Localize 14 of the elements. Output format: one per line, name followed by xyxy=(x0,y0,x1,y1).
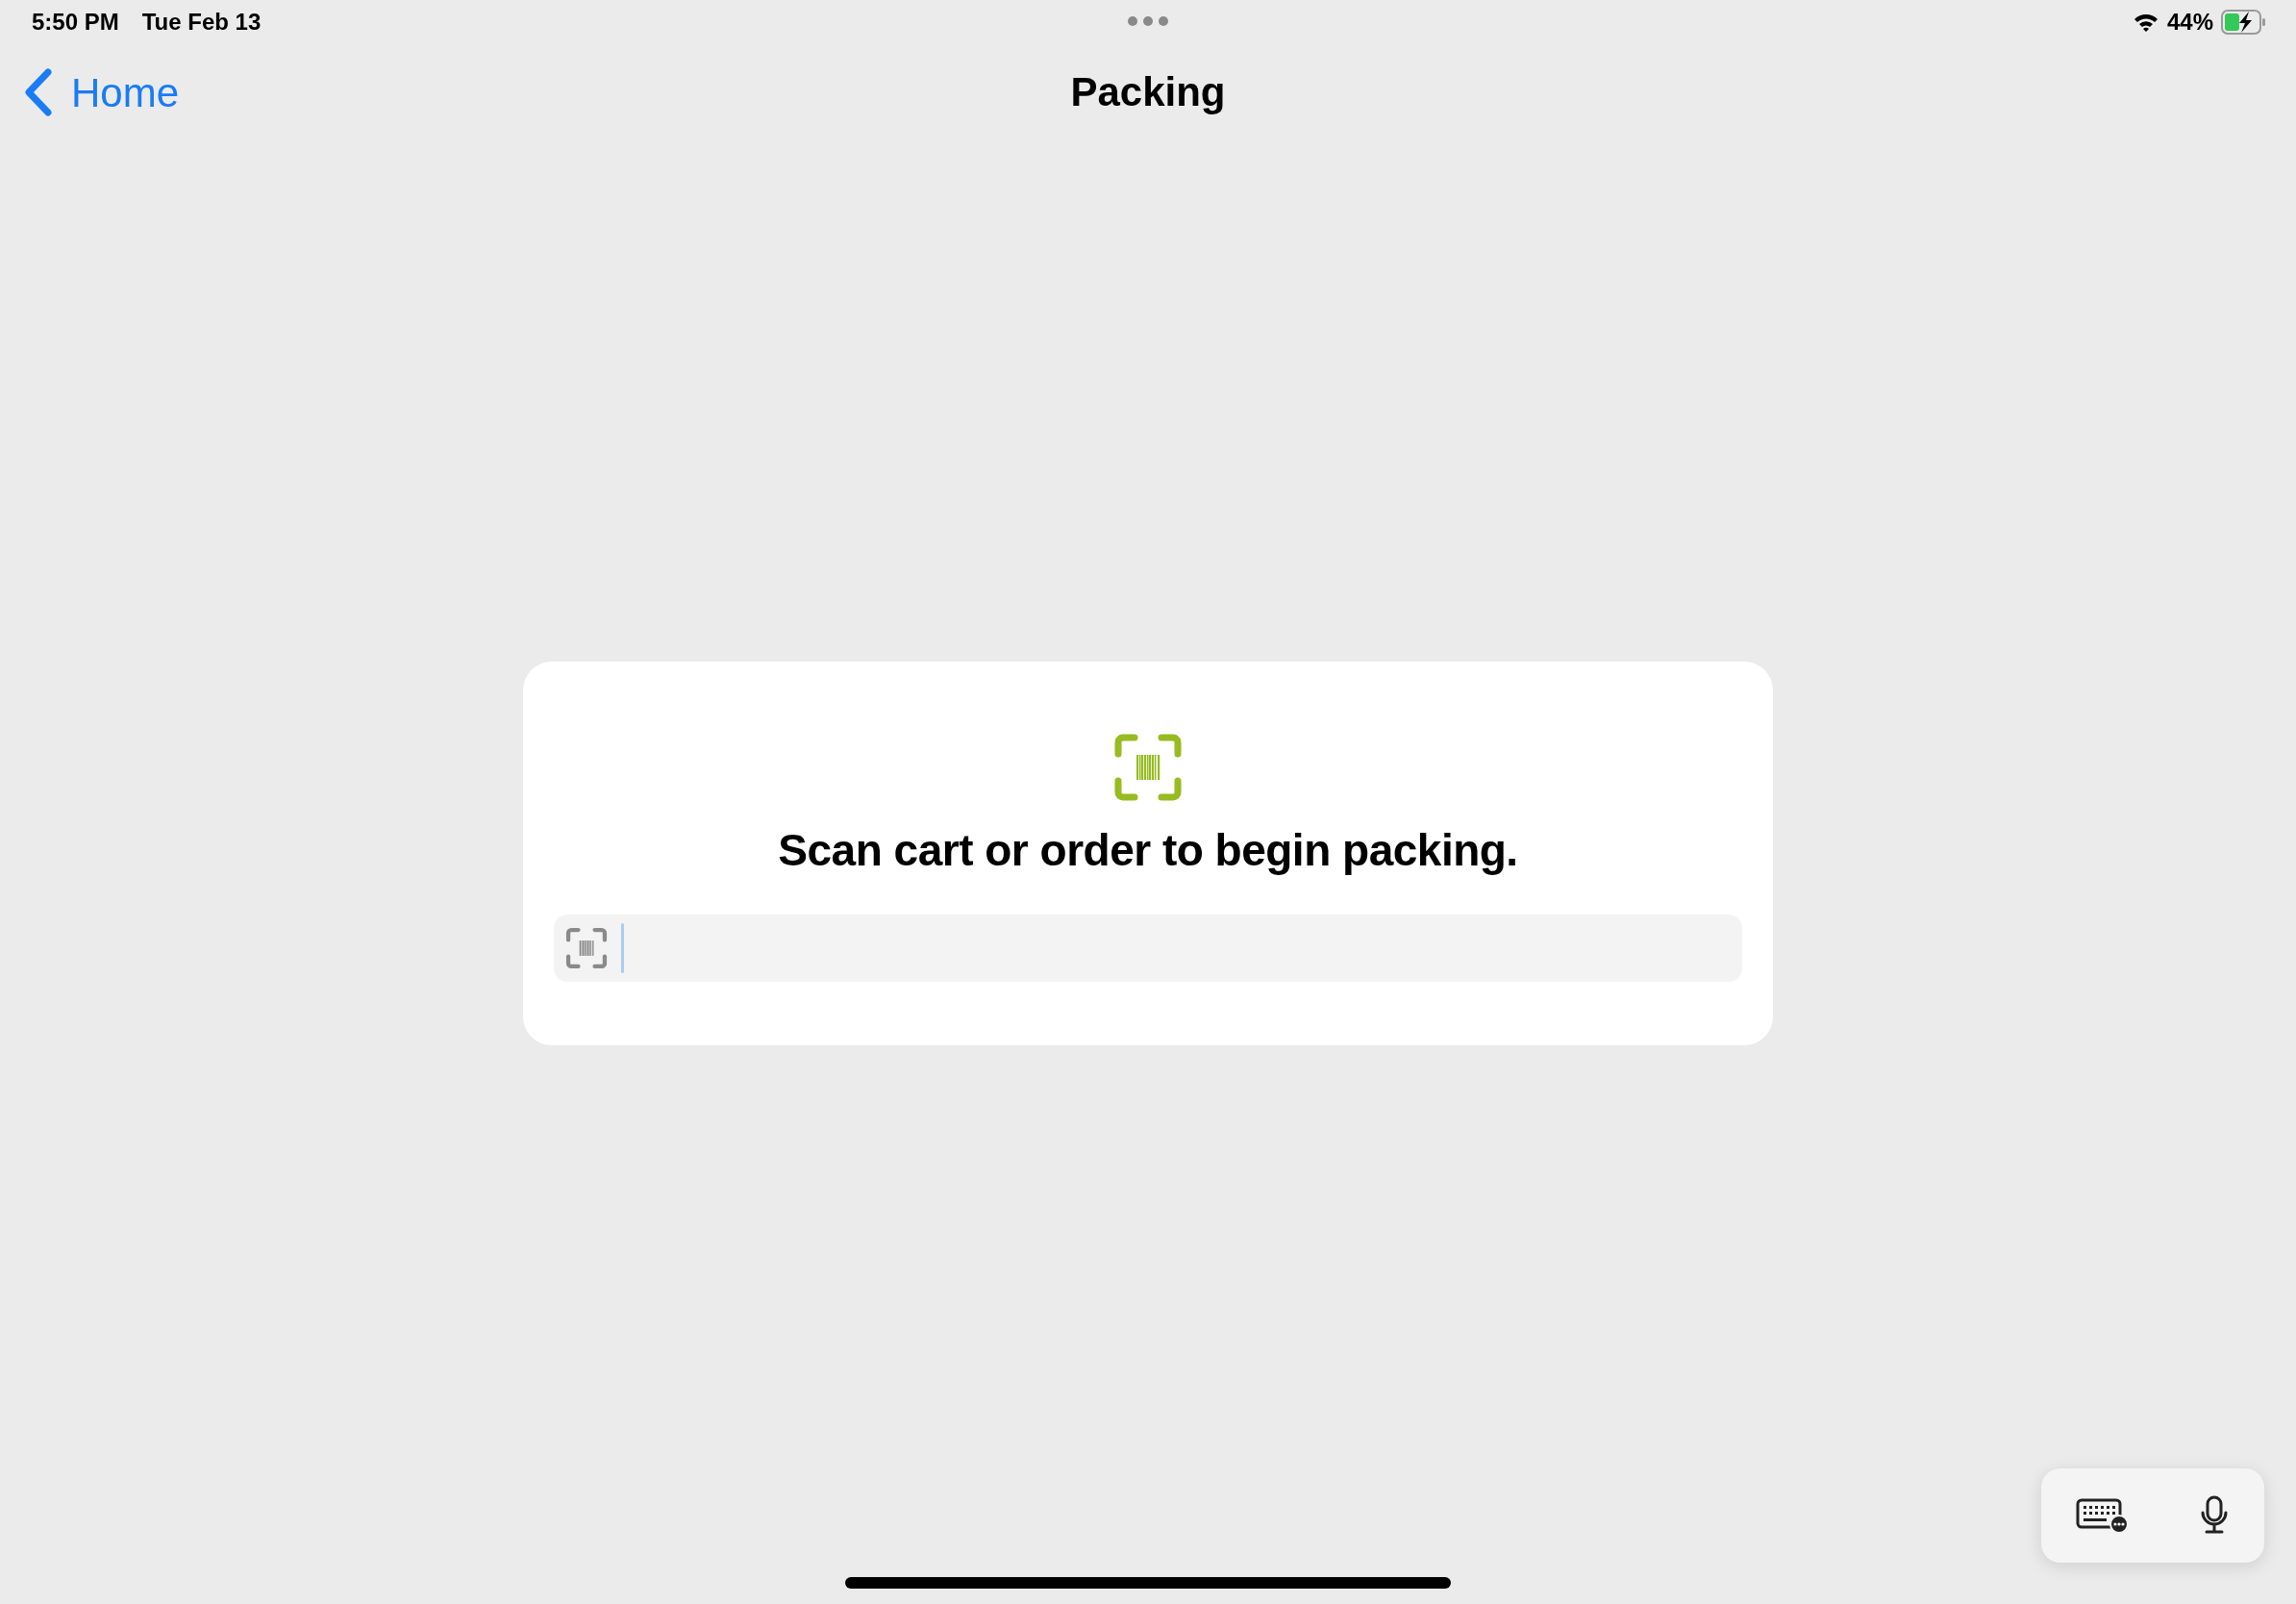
back-button[interactable]: Home xyxy=(23,62,180,123)
barcode-scan-icon xyxy=(1113,733,1183,802)
keyboard-icon xyxy=(2076,1498,2130,1533)
scan-message: Scan cart or order to begin packing. xyxy=(778,824,1518,877)
scan-input-field[interactable] xyxy=(554,915,1742,982)
chevron-left-icon xyxy=(23,68,54,116)
more-dots-icon[interactable] xyxy=(1127,15,1169,27)
battery-percent: 44% xyxy=(2166,8,2213,37)
status-date: Tue Feb 13 xyxy=(141,8,262,37)
barcode-scan-icon xyxy=(565,927,608,969)
text-cursor xyxy=(621,923,624,973)
microphone-icon xyxy=(2199,1495,2230,1536)
page-title: Packing xyxy=(1070,67,1226,116)
status-time: 5:50 PM xyxy=(32,8,119,37)
